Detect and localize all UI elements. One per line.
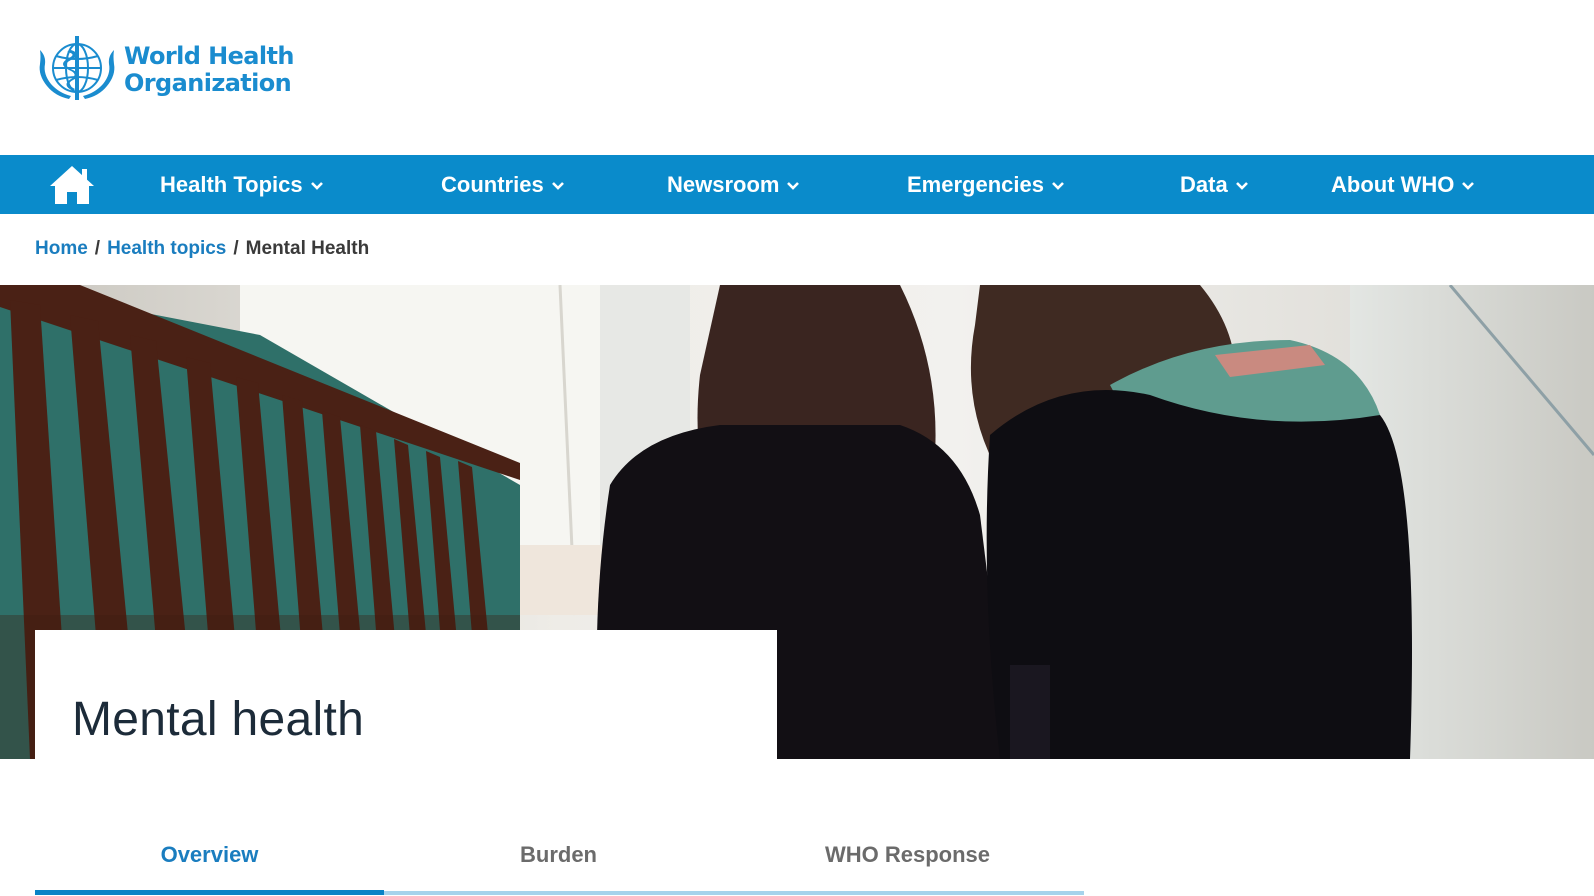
nav-item-label: Newsroom <box>667 171 780 197</box>
main-nav: Health Topics Countries Newsroom Emergen… <box>0 155 1594 214</box>
page-title-card: Mental health <box>35 630 777 760</box>
chevron-down-icon <box>1235 182 1248 190</box>
tab-burden[interactable]: Burden <box>384 830 733 896</box>
content-tabs: Overview Burden WHO Response <box>35 830 1084 896</box>
nav-item-health-topics[interactable]: Health Topics <box>160 155 324 214</box>
site-header: World Health Organization <box>0 0 1594 155</box>
nav-item-countries[interactable]: Countries <box>441 155 565 214</box>
logo-line-1: World Health <box>124 42 294 70</box>
tab-label: Burden <box>520 842 597 867</box>
who-emblem-icon <box>39 36 115 100</box>
page-title: Mental health <box>72 693 365 746</box>
breadcrumb-health-topics-link[interactable]: Health topics <box>107 238 226 260</box>
breadcrumb-separator: / <box>94 238 101 259</box>
home-icon[interactable] <box>48 164 96 206</box>
chevron-down-icon <box>1052 182 1064 190</box>
breadcrumb-home-link[interactable]: Home <box>35 238 88 260</box>
nav-item-label: Countries <box>441 171 544 197</box>
nav-item-label: Emergencies <box>907 171 1044 197</box>
tab-label: Overview <box>160 842 259 867</box>
nav-item-newsroom[interactable]: Newsroom <box>667 155 800 214</box>
active-tab-indicator <box>35 890 384 895</box>
nav-item-about-who[interactable]: About WHO <box>1331 155 1475 214</box>
tab-overview[interactable]: Overview <box>35 830 384 896</box>
nav-item-label: Data <box>1180 171 1228 197</box>
nav-item-label: Health Topics <box>160 171 303 197</box>
tab-label: WHO Response <box>824 842 991 867</box>
chevron-down-icon <box>551 182 564 190</box>
who-wordmark: World Health Organization <box>124 43 294 97</box>
who-logo-link[interactable]: World Health Organization <box>34 32 294 108</box>
nav-item-data[interactable]: Data <box>1180 155 1249 214</box>
breadcrumb-current: Mental Health <box>245 238 370 259</box>
chevron-down-icon <box>787 182 800 190</box>
logo-line-2: Organization <box>124 69 292 97</box>
nav-item-emergencies[interactable]: Emergencies <box>907 155 1065 214</box>
nav-item-label: About WHO <box>1331 171 1455 197</box>
chevron-down-icon <box>310 182 323 190</box>
breadcrumb-separator: / <box>233 238 239 259</box>
chevron-down-icon <box>1462 182 1475 190</box>
breadcrumb: Home / Health topics / Mental Health <box>35 238 369 260</box>
tab-who-response[interactable]: WHO Response <box>733 830 1082 896</box>
